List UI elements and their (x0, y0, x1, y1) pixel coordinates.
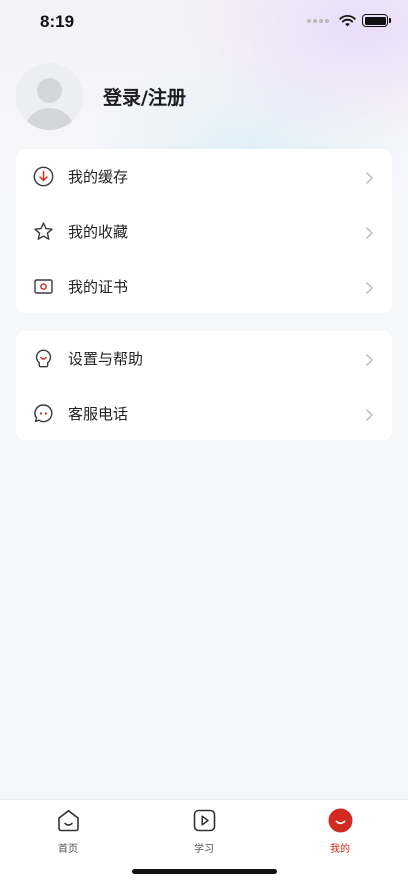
avatar[interactable] (16, 63, 83, 130)
menu-item-label: 我的缓存 (68, 168, 129, 186)
play-icon (192, 808, 217, 837)
menu-item-settings-help[interactable]: 设置与帮助 (16, 331, 392, 386)
tab-label: 学习 (194, 844, 214, 855)
chevron-right-icon (364, 352, 374, 366)
menu-item-label: 我的收藏 (68, 223, 129, 241)
menu-card-primary: 我的缓存 我的收藏 我的证书 (16, 149, 392, 313)
tab-mine[interactable]: 我的 (310, 808, 370, 855)
certificate-icon (32, 276, 54, 298)
status-indicators (307, 14, 391, 27)
menu-item-label: 设置与帮助 (68, 350, 144, 368)
chevron-right-icon (364, 170, 374, 184)
tab-home[interactable]: 首页 (38, 808, 98, 855)
home-icon (56, 808, 81, 837)
menu-item-favorites[interactable]: 我的收藏 (16, 204, 392, 259)
chevron-right-icon (364, 225, 374, 239)
download-circle-icon (32, 166, 54, 188)
tab-label: 我的 (330, 844, 350, 855)
tab-label: 首页 (58, 844, 78, 855)
menu-item-label: 我的证书 (68, 278, 129, 296)
status-time: 8:19 (40, 12, 75, 31)
menu-item-label: 客服电话 (68, 405, 129, 423)
menu-item-certificates[interactable]: 我的证书 (16, 259, 392, 314)
chevron-right-icon (364, 407, 374, 421)
menu-item-customer-service[interactable]: 客服电话 (16, 386, 392, 441)
login-register-link[interactable]: 登录/注册 (103, 83, 186, 110)
chevron-right-icon (364, 280, 374, 294)
menu-item-cache[interactable]: 我的缓存 (16, 149, 392, 204)
menu-card-secondary: 设置与帮助 客服电话 (16, 331, 392, 440)
star-icon (32, 221, 54, 243)
wifi-icon (339, 14, 356, 26)
profile-header[interactable]: 登录/注册 (16, 63, 186, 130)
cellular-signal-icon (307, 18, 329, 23)
status-bar: 8:19 (0, 0, 408, 44)
lightbulb-icon (32, 348, 54, 370)
home-indicator[interactable] (132, 869, 277, 874)
battery-icon (362, 14, 391, 27)
tab-study[interactable]: 学习 (174, 808, 234, 855)
profile-smile-icon (328, 808, 353, 837)
chat-bubble-icon (32, 403, 54, 425)
